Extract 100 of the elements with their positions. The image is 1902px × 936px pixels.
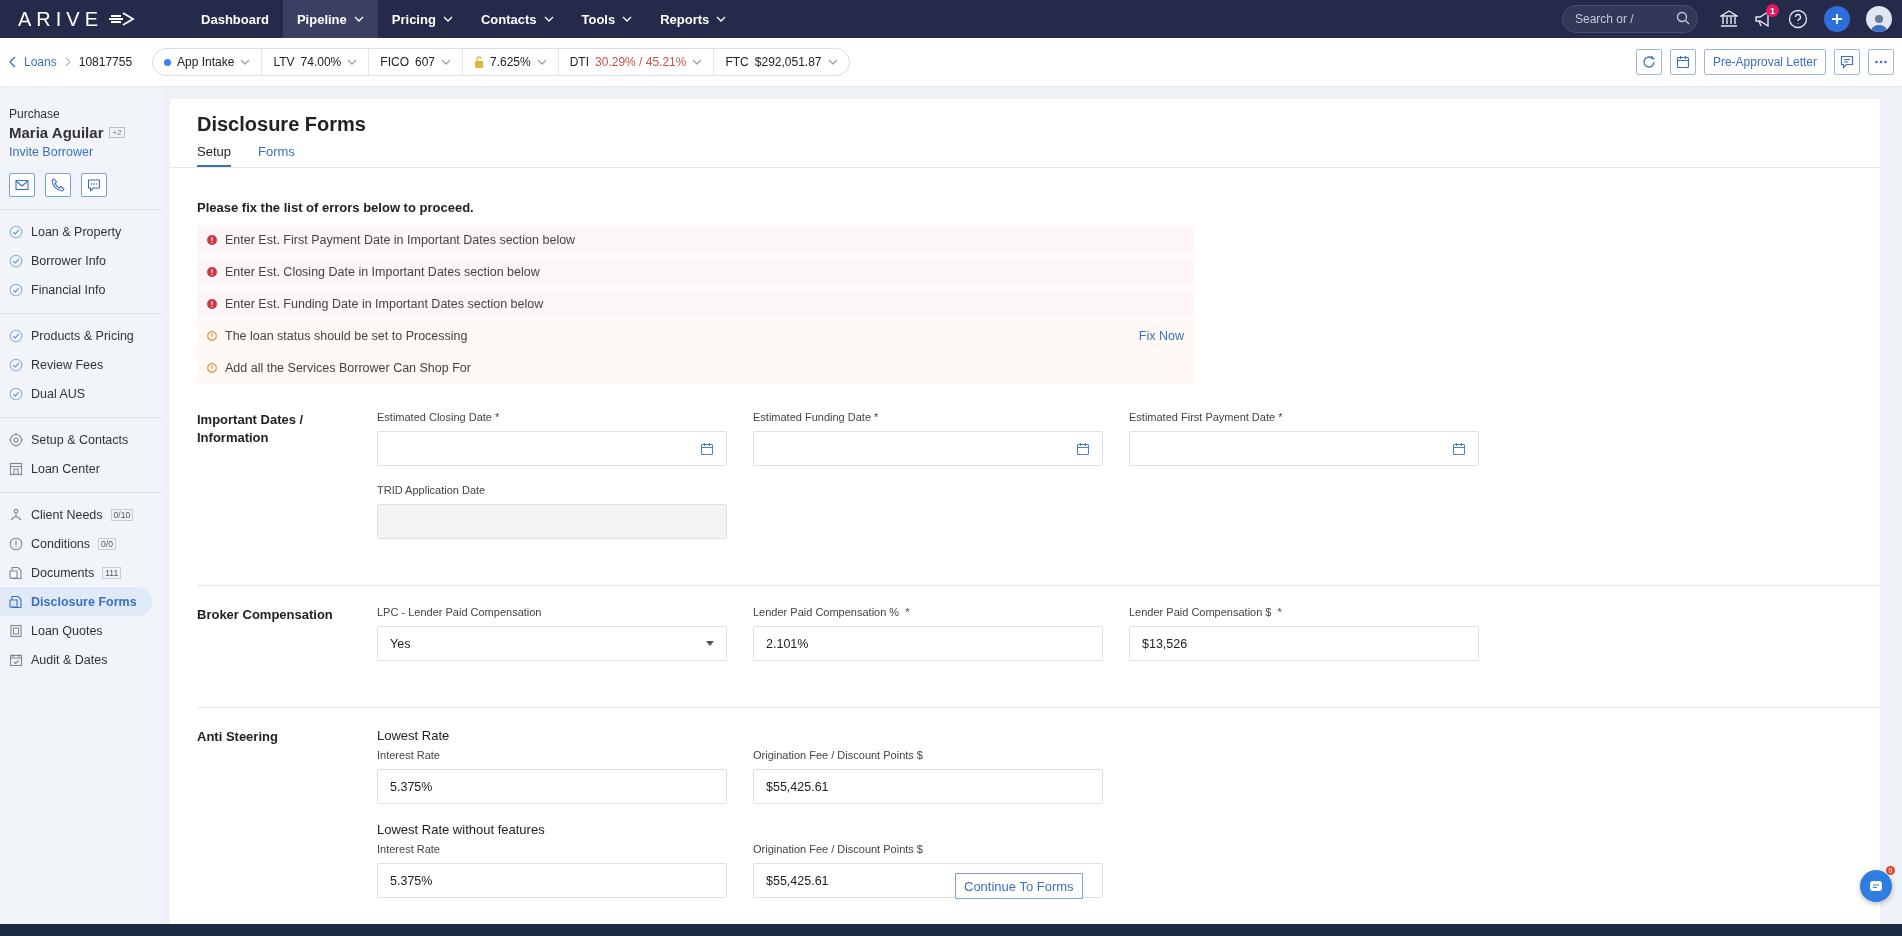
page-title: Disclosure Forms <box>197 113 367 136</box>
subsection-heading: Lowest Rate without features <box>377 822 546 837</box>
date-field[interactable] <box>753 431 1103 466</box>
alert-circle-icon <box>9 536 23 551</box>
field-label: Estimated First Payment Date * <box>1129 411 1284 423</box>
select-field[interactable]: Yes <box>377 626 727 661</box>
pre-approval-letter-button[interactable]: Pre-Approval Letter <box>1703 49 1826 75</box>
chevron-down-icon <box>240 59 251 65</box>
tab[interactable]: Setup <box>197 144 231 167</box>
field-label: LPC - Lender Paid Compensation <box>377 606 543 618</box>
input-field[interactable]: 2.101% <box>753 626 1103 661</box>
loan-summary-pill[interactable]: LTV 74.00% <box>262 49 370 75</box>
sidebar-item[interactable]: Loan & Property <box>0 217 152 246</box>
calendar-button[interactable] <box>1669 49 1696 75</box>
input-field[interactable]: $13,526 <box>1129 626 1479 661</box>
fix-now-link[interactable]: Fix Now <box>1138 329 1184 343</box>
gear-icon <box>9 432 23 447</box>
lock-icon <box>474 56 484 68</box>
sidebar-item[interactable]: Dual AUS <box>0 379 152 408</box>
section-title: Important Dates / Information <box>197 411 305 447</box>
nav-menu-item[interactable]: Tools <box>567 0 647 38</box>
subsection-heading: Lowest Rate <box>377 728 451 743</box>
notification-badge: 1 <box>1766 4 1779 17</box>
sidebar-item[interactable]: Loan Center <box>0 454 152 483</box>
borrower-count: +2 <box>109 127 125 138</box>
nav-menu-item[interactable]: Contacts <box>466 0 568 38</box>
error-message: Enter Est. Closing Date in Important Dates section below <box>225 265 541 279</box>
section-title: Broker Compensation <box>197 606 334 624</box>
nav-menu-item[interactable]: Reports <box>646 0 741 38</box>
sidebar-item[interactable]: Setup & Contacts <box>0 425 152 454</box>
warning-icon <box>207 331 217 341</box>
input-field[interactable]: 5.375% <box>377 769 727 804</box>
error-icon <box>207 299 217 309</box>
sidebar-item[interactable]: Disclosure Forms <box>0 587 152 616</box>
sidebar-item[interactable]: Review Fees <box>0 350 152 379</box>
calendar-icon <box>1675 55 1690 69</box>
loan-summary-pill[interactable]: FICO 607 <box>369 49 463 75</box>
bank-icon[interactable] <box>1720 10 1738 28</box>
arrow-logo-icon <box>109 12 136 26</box>
continue-to-forms-button[interactable]: Continue To Forms <box>955 873 1083 899</box>
loan-summary-pill[interactable]: DTI 30.29% / 45.21% <box>558 49 715 75</box>
calendar-icon <box>1452 441 1466 456</box>
field-label: Interest Rate <box>377 843 441 855</box>
nav-menu-item[interactable]: Dashboard <box>187 0 283 38</box>
check-circle-icon <box>9 282 23 297</box>
error-message: Add all the Services Borrower Can Shop For <box>225 361 472 375</box>
error-message: The loan status should be set to Processing <box>225 329 469 343</box>
nav-menu-item[interactable]: Pricing <box>377 0 467 38</box>
sidebar-item[interactable]: Client Needs 0/10 <box>0 500 152 529</box>
email-icon <box>15 178 29 192</box>
sidebar-item[interactable]: Conditions 0/0 <box>0 529 152 558</box>
more-button[interactable] <box>1868 49 1894 75</box>
chevron-down-icon <box>536 59 547 65</box>
document-icon <box>9 565 23 580</box>
field-label: Interest Rate <box>377 749 441 761</box>
input-field[interactable] <box>377 504 727 539</box>
nav-menu-item[interactable]: Pipeline <box>282 0 378 38</box>
breadcrumb-link[interactable]: Loans <box>24 55 57 69</box>
invite-borrower-link[interactable]: Invite Borrower <box>9 145 153 159</box>
sidebar-item[interactable]: Loan Quotes <box>0 616 152 645</box>
sidebar-item[interactable]: Borrower Info <box>0 246 152 275</box>
check-circle-icon <box>9 386 23 401</box>
calendar-icon <box>1076 441 1090 456</box>
chevron-down-icon <box>441 59 451 65</box>
sidebar-item[interactable]: Financial Info <box>0 275 152 304</box>
help-icon[interactable] <box>1788 9 1808 29</box>
search-field[interactable]: Search or / <box>1562 5 1698 33</box>
megaphone-icon[interactable] <box>1754 10 1772 28</box>
document-icon <box>9 594 23 609</box>
sidebar-item[interactable]: Products & Pricing <box>0 321 152 350</box>
back-icon <box>8 56 16 68</box>
plus-icon <box>1832 14 1842 24</box>
input-field[interactable]: $55,425.61 <box>753 769 1103 804</box>
field-label: Lender Paid Compensation % * <box>753 606 911 618</box>
chat-button[interactable] <box>1860 870 1892 902</box>
person-silhouette-icon <box>1869 12 1889 32</box>
phone-button[interactable] <box>45 173 71 197</box>
date-field[interactable] <box>377 431 727 466</box>
loan-type: Purchase <box>9 107 61 121</box>
loan-number: 10817755 <box>78 55 133 69</box>
count-badge: 0/0 <box>98 537 116 550</box>
avatar[interactable] <box>1866 6 1892 32</box>
loan-summary-pill[interactable]: FTC $292,051.87 <box>714 49 849 75</box>
errors-heading: Please fix the list of errors below to proceed. <box>197 200 475 215</box>
tab[interactable]: Forms <box>258 144 295 167</box>
input-field[interactable]: 5.375% <box>377 863 727 898</box>
date-field[interactable] <box>1129 431 1479 466</box>
check-circle-icon <box>9 357 23 372</box>
sidebar-item[interactable]: Audit & Dates <box>0 645 152 674</box>
comment-button[interactable] <box>1834 49 1860 75</box>
email-button[interactable] <box>9 173 35 197</box>
sidebar-item[interactable]: Documents 111 <box>0 558 152 587</box>
add-button[interactable] <box>1824 6 1850 32</box>
count-badge: 0/10 <box>110 508 134 521</box>
loan-summary-pill[interactable]: 7.625% <box>463 49 559 75</box>
refresh-button[interactable] <box>1635 49 1662 75</box>
message-button[interactable] <box>81 173 107 197</box>
caret-icon <box>706 641 714 646</box>
error-message: Enter Est. Funding Date in Important Dates section below <box>225 297 545 311</box>
loan-summary-pill[interactable]: App Intake <box>153 49 263 75</box>
